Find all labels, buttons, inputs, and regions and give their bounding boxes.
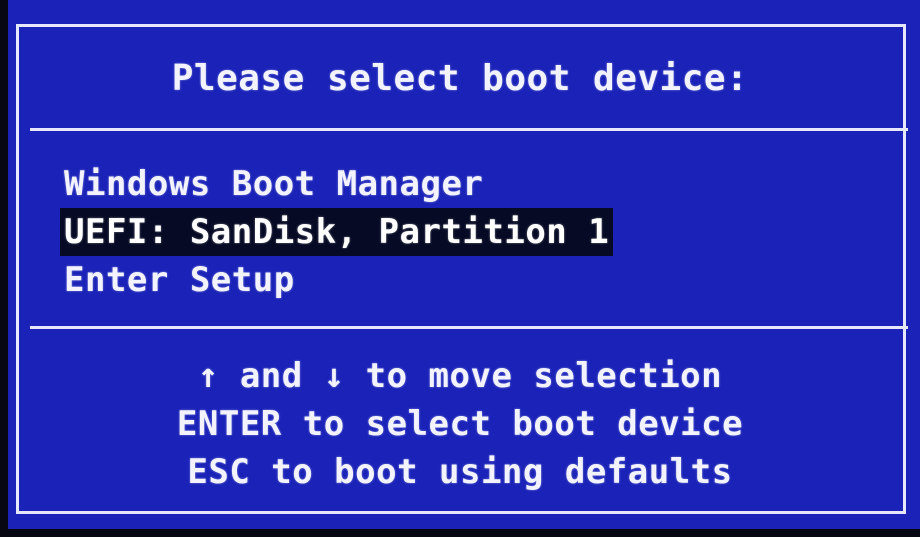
boot-option-windows-boot-manager[interactable]: Windows Boot Manager: [60, 160, 613, 208]
boot-option-label[interactable]: Windows Boot Manager: [60, 160, 613, 208]
boot-option-enter-setup[interactable]: Enter Setup: [60, 256, 613, 304]
help-navigation: ↑ and ↓ to move selection: [197, 356, 723, 396]
boot-option-label-selected[interactable]: UEFI: SanDisk, Partition 1: [60, 208, 614, 256]
monitor-bezel-bottom: [0, 529, 920, 537]
help-enter: ENTER to select boot device: [176, 404, 744, 444]
page-title: Please select boot device:: [171, 58, 749, 99]
help-divider: [30, 326, 908, 329]
bios-boot-menu-screen: Please select boot device: Windows Boot …: [0, 0, 920, 537]
boot-option-label[interactable]: Enter Setup: [60, 256, 613, 304]
help-text: ↑ and ↓ to move selection ENTER to selec…: [0, 352, 920, 496]
help-esc: ESC to boot using defaults: [187, 452, 733, 492]
boot-option-uefi-sandisk[interactable]: UEFI: SanDisk, Partition 1: [60, 208, 614, 256]
boot-device-list: Windows Boot Manager UEFI: SanDisk, Part…: [60, 160, 614, 304]
title-divider: [30, 128, 908, 131]
